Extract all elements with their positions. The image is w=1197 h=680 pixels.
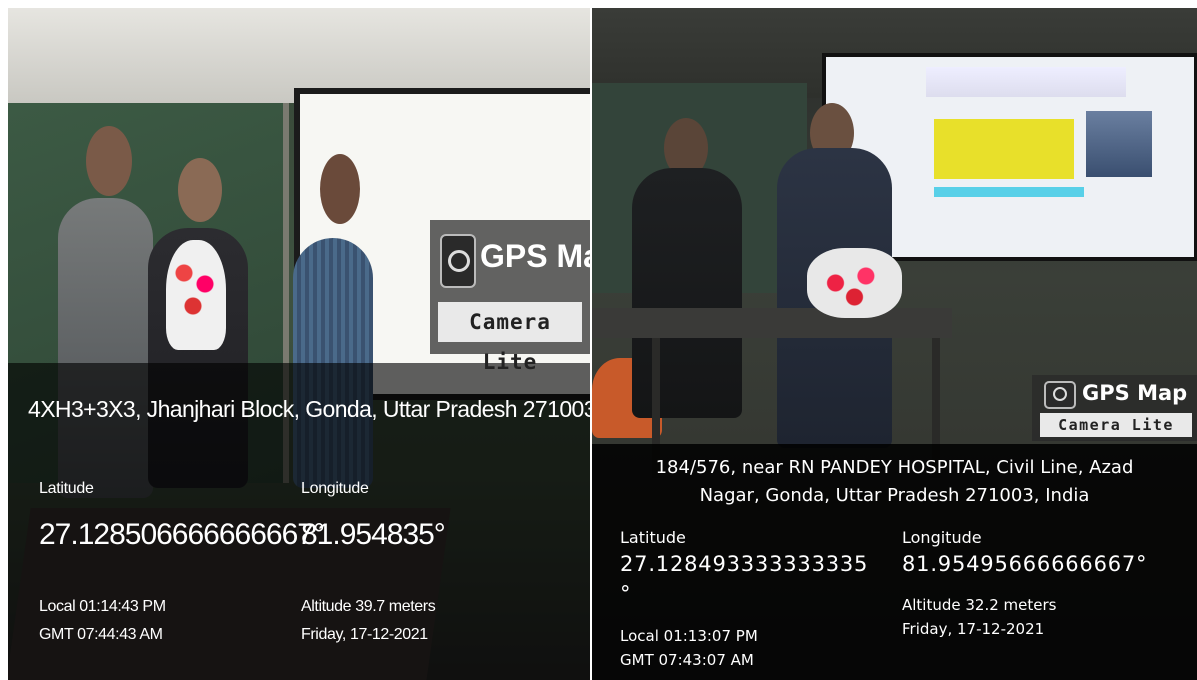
badge-subtitle: Camera Lite	[1040, 413, 1192, 437]
date: Friday, 17-12-2021	[902, 620, 1045, 638]
left-photo: GPS Map Camera Lite 4XH3+3X3, Jhanjhari …	[8, 8, 590, 680]
gmt-time: GMT 07:43:07 AM	[620, 651, 754, 669]
altitude: Altitude 32.2 meters	[902, 596, 1057, 614]
address: 184/576, near RN PANDEY HOSPITAL, Civil …	[592, 454, 1197, 510]
latitude-value: 27.128493333333335	[620, 552, 869, 576]
slide-header	[926, 67, 1126, 97]
flower-bouquet	[166, 240, 226, 350]
badge-title: GPS Map	[1082, 381, 1188, 405]
gmt-time: GMT 07:44:43 AM	[39, 626, 163, 643]
photo-collage: GPS Map Camera Lite 4XH3+3X3, Jhanjhari …	[0, 0, 1197, 680]
address: 4XH3+3X3, Jhanjhari Block, Gonda, Uttar …	[28, 396, 590, 422]
longitude-value: 81.95495666666667°	[902, 552, 1148, 576]
longitude-value: 81.954835°	[301, 518, 446, 551]
badge-subtitle: Camera Lite	[438, 302, 582, 374]
camera-lens-icon	[1044, 381, 1076, 409]
slide-speaker-photo	[1086, 111, 1152, 177]
slide-speaker-box	[934, 119, 1074, 179]
latitude-value: 27.128506666666667°	[39, 518, 325, 551]
person-head	[86, 126, 132, 196]
person-head	[178, 158, 222, 222]
latitude-label: Latitude	[39, 480, 94, 497]
badge-title: GPS Map	[480, 238, 590, 274]
person-head	[320, 154, 360, 224]
local-time: Local 01:13:07 PM	[620, 627, 758, 645]
latitude-label: Latitude	[620, 528, 686, 547]
address-line-2: Nagar, Gonda, Uttar Pradesh 271003, Indi…	[699, 485, 1090, 506]
gps-map-camera-badge: GPS Map Camera Lite	[430, 220, 590, 374]
table	[592, 308, 952, 338]
date: Friday, 17-12-2021	[301, 626, 428, 643]
right-photo: GPS Map Camera Lite 184/576, near RN PAN…	[592, 8, 1197, 680]
gps-map-camera-badge: GPS Map Camera Lite	[1032, 375, 1197, 441]
camera-lens-icon	[440, 234, 476, 288]
person-left	[632, 168, 742, 418]
slide-highlight-bar	[934, 187, 1084, 197]
local-time: Local 01:14:43 PM	[39, 598, 166, 615]
longitude-label: Longitude	[902, 528, 982, 547]
altitude: Altitude 39.7 meters	[301, 598, 436, 615]
longitude-label: Longitude	[301, 480, 369, 497]
flower-bouquet	[807, 248, 902, 318]
latitude-degree: °	[620, 582, 632, 606]
address-line-1: 184/576, near RN PANDEY HOSPITAL, Civil …	[655, 457, 1134, 478]
